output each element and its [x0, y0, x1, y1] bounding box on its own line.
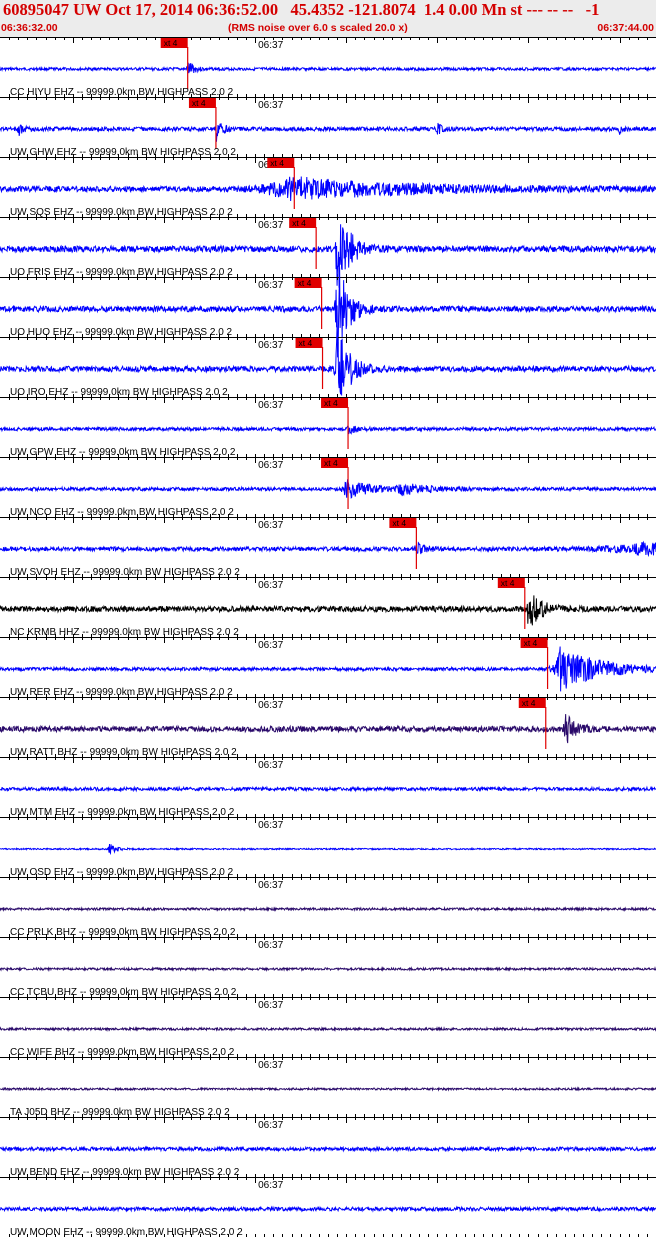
- station-label: UW RATT BHZ -- 99999.0km BW HIGHPASS 2.0…: [10, 747, 237, 758]
- scale-note: (RMS noise over 6.0 s scaled 20.0 x): [228, 22, 408, 34]
- station-label: UW OSD EHZ -- 99999.0km BW HIGHPASS 2.0 …: [10, 867, 234, 878]
- minute-label: 06:37: [258, 1060, 283, 1071]
- pick-label: xt 4: [324, 458, 338, 468]
- trace-row: 06:37 xt 4 UW GHW EHZ -- 99999.0km BW HIGH…: [0, 97, 656, 158]
- station-label: TA J05D BHZ -- 99999.0km BW HIGHPASS 2.0…: [10, 1107, 230, 1118]
- trace-row: 06:37 UW BEND EHZ -- 99999.0km BW HIGHPAS…: [0, 1117, 656, 1178]
- station-label: UW MOON EHZ -- 99999.0km BW HIGHPASS 2.0…: [10, 1227, 243, 1238]
- waveform: [0, 595, 656, 626]
- start-time: 06:36:32.00: [1, 22, 58, 34]
- header-bar: 60895047 UW Oct 17, 2014 06:36:52.00 45.…: [0, 0, 656, 37]
- pick-label: xt 4: [524, 638, 538, 648]
- minute-label: 06:37: [258, 880, 283, 891]
- trace-row: 06:37xt 4UW SQS EHZ -- 99999.0km BW HIGH…: [0, 157, 656, 218]
- minute-label: 06:37: [258, 460, 283, 471]
- waveform: [0, 646, 656, 692]
- trace-row: 06:37 xt 4 UO HUO EHZ -- 99999.0km BW HIGH…: [0, 267, 656, 358]
- minute-label: 06:37: [258, 100, 283, 111]
- minute-label: 06:37: [258, 1000, 283, 1011]
- waveform: [0, 425, 656, 435]
- minute-label: 06:37: [258, 700, 283, 711]
- waveform: [0, 966, 656, 973]
- pick-label: xt 4: [298, 278, 312, 288]
- waveform: [0, 785, 656, 793]
- waveform: [0, 843, 656, 856]
- station-label: UW SVOH EHZ -- 99999.0km BW HIGHPASS 2.0…: [10, 567, 240, 578]
- pick-label: xt 4: [392, 518, 406, 528]
- trace-row: 06:37 xt 4 UW GPW EHZ -- 99999.0km BW HIGH…: [0, 397, 656, 458]
- trace-row: 06:37 xt 4 CC HIYU EHZ -- 99999.0km BW HIG…: [0, 37, 656, 98]
- minute-label: 06:37: [258, 400, 283, 411]
- waveform: [0, 714, 656, 744]
- waveform: [0, 267, 656, 358]
- minute-label: 06:37: [258, 340, 283, 351]
- waveform: [0, 176, 656, 202]
- station-label: CC HIYU EHZ -- 99999.0km BW HIGHPASS 2.0…: [10, 87, 234, 98]
- trace-row: 06:37 CC TCBU BHZ -- 99999.0km BW HIGHPAS…: [0, 937, 656, 998]
- minute-label: 06:37: [258, 580, 283, 591]
- minute-label: 06:37: [258, 1120, 283, 1131]
- station-label: UW SQS EHZ -- 99999.0km BW HIGHPASS 2.0 …: [10, 207, 233, 218]
- station-label: CC TCBU BHZ -- 99999.0km BW HIGHPASS 2.0…: [10, 987, 237, 998]
- end-time: 06:37:44.00: [597, 22, 654, 34]
- trace-row: 06:37 xt 4 UW NCO EHZ -- 99999.0km BW HIGH…: [0, 457, 656, 518]
- minute-label: 06:37: [258, 40, 283, 51]
- station-label: UW BEND EHZ -- 99999.0km BW HIGHPASS 2.0…: [10, 1167, 240, 1178]
- pick-label: xt 4: [192, 98, 206, 108]
- trace-row: 06:37 TA J05D BHZ -- 99999.0km BW HIGHPAS…: [0, 1057, 656, 1118]
- seismogram-panel: 06:37xt 4CC HIYU EHZ -- 99999.0km BW HIG…: [0, 37, 656, 1238]
- station-label: UW GPW EHZ -- 99999.0km BW HIGHPASS 2.0 …: [10, 447, 236, 458]
- station-label: UO HUO EHZ -- 99999.0km BW HIGHPASS 2.0 …: [10, 327, 233, 338]
- waveform: [0, 122, 656, 142]
- trace-row: 06:37xt 4UW MTM EHZ -- 99999.0km BW HIGH…: [0, 757, 656, 818]
- trace-row: 06:37 CC WIFE BHZ -- 99999.0km BW HIGHPAS…: [0, 997, 656, 1058]
- waveform: [0, 1086, 656, 1092]
- waveform: [0, 905, 656, 913]
- minute-label: 06:37: [258, 280, 283, 291]
- minute-label: 06:37: [258, 220, 283, 231]
- waveform: [0, 62, 656, 74]
- pick-label: xt 4: [299, 338, 313, 348]
- waveform: [0, 479, 656, 499]
- pick-label: xt 4: [522, 698, 536, 708]
- station-label: UW RER EHZ -- 99999.0km BW HIGHPASS 2.0 …: [10, 687, 233, 698]
- minute-label: 06:37: [258, 1180, 283, 1191]
- station-label: UW GHW EHZ -- 99999.0km BW HIGHPASS 2.0 …: [10, 147, 236, 158]
- station-label: UO FRIS EHZ -- 99999.0km BW HIGHPASS 2.0…: [10, 267, 233, 278]
- trace-row: 06:37 xt 4 NC KRMB HHZ -- 99999.0km BW HIG…: [0, 577, 656, 638]
- pick-label: xt 4: [270, 158, 284, 168]
- minute-label: 06:37: [258, 820, 283, 831]
- trace-row: 06:37 CC PRLK BHZ -- 99999.0km BW HIGHPAS…: [0, 877, 656, 938]
- trace-row: 06:37 UW MOON EHZ -- 99999.0km BW HIGHPAS…: [0, 1177, 656, 1238]
- trace-row: 06:37 xt 4 UW RATT BHZ -- 99999.0km BW HIG…: [0, 697, 656, 758]
- minute-label: 06:37: [258, 940, 283, 951]
- waveform: [0, 1205, 656, 1213]
- minute-label: 06:37: [258, 760, 283, 771]
- pick-label: xt 4: [164, 38, 178, 48]
- station-label: NC KRMB HHZ -- 99999.0km BW HIGHPASS 2.0…: [10, 627, 239, 638]
- station-label: UO IRO EHZ -- 99999.0km BW HIGHPASS 2.0 …: [10, 387, 228, 398]
- station-label: CC WIFE BHZ -- 99999.0km BW HIGHPASS 2.0…: [10, 1047, 235, 1058]
- pick-label: xt 4: [501, 578, 515, 588]
- trace-row: 06:37 xt 4 UW RER EHZ -- 99999.0km BW HIGH…: [0, 637, 656, 698]
- trace-row: 06:37 xt 4 UW SVOH EHZ -- 99999.0km BW HIG…: [0, 517, 656, 578]
- pick-label: xt 4: [324, 398, 338, 408]
- waveform: [0, 540, 656, 558]
- trace-row: 06:37xt 4UW OSD EHZ -- 99999.0km BW HIGH…: [0, 817, 656, 878]
- waveform: [0, 1145, 656, 1153]
- station-label: CC PRLK BHZ -- 99999.0km BW HIGHPASS 2.0…: [10, 927, 236, 938]
- station-label: UW NCO EHZ -- 99999.0km BW HIGHPASS 2.0 …: [10, 507, 234, 518]
- minute-label: 06:37: [258, 520, 283, 531]
- station-label: UW MTM EHZ -- 99999.0km BW HIGHPASS 2.0 …: [10, 807, 235, 818]
- pick-label: xt 4: [292, 218, 306, 228]
- minute-label: 06:37: [258, 640, 283, 651]
- event-title: 60895047 UW Oct 17, 2014 06:36:52.00 45.…: [3, 0, 600, 19]
- waveform: [0, 1025, 656, 1033]
